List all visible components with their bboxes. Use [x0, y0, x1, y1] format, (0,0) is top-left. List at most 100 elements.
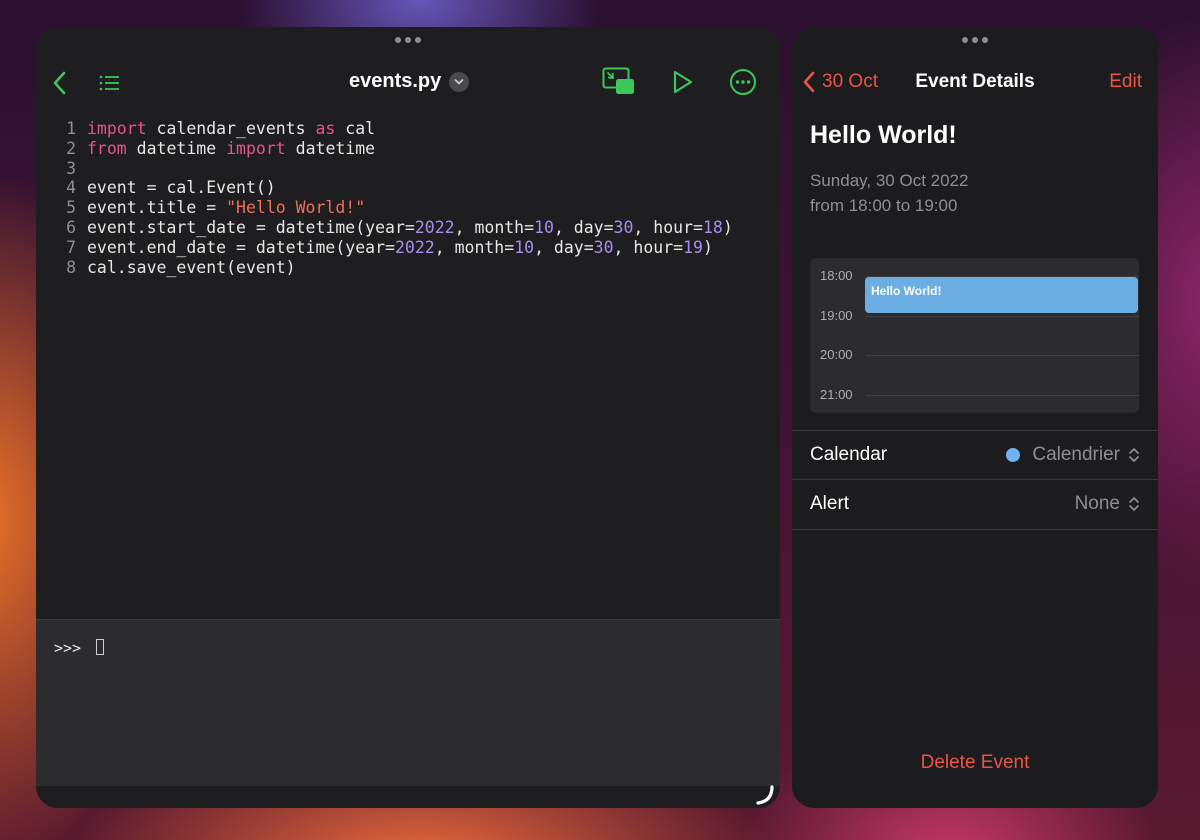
- calendar-picker[interactable]: Calendrier: [1006, 444, 1140, 466]
- code-token: cal: [335, 119, 376, 138]
- play-icon[interactable]: [670, 69, 694, 95]
- edit-button[interactable]: Edit: [1109, 71, 1142, 93]
- code-text: event.end_date = datetime(year=2022, mon…: [87, 238, 713, 258]
- code-token: 30: [613, 217, 634, 237]
- page-title: Event Details: [915, 71, 1035, 92]
- editor-toolbar: events.py: [36, 63, 780, 103]
- picture-in-picture-icon[interactable]: [602, 67, 636, 97]
- window-grabber-icon[interactable]: [395, 37, 421, 43]
- timeline-hour-label: 21:00: [820, 387, 853, 402]
- code-token: "Hello World!": [226, 198, 366, 218]
- code-token: , hour=: [613, 237, 684, 257]
- back-chevron-icon[interactable]: [48, 69, 72, 97]
- timeline-hour-label: 20:00: [820, 347, 853, 362]
- timeline-divider: [866, 355, 1139, 356]
- code-token: as: [315, 119, 336, 138]
- calendar-row[interactable]: Calendar Calendrier: [792, 430, 1158, 480]
- code-token: event = cal.Event(): [87, 178, 276, 198]
- timeline-hour-row: 21:00: [810, 387, 1139, 402]
- code-token: datetime: [285, 138, 376, 158]
- code-token: 10: [514, 237, 535, 257]
- resize-handle-icon[interactable]: [752, 783, 776, 807]
- code-token: , hour=: [633, 217, 703, 237]
- code-token: ): [702, 237, 713, 257]
- code-token: 2022: [414, 217, 455, 237]
- code-token: 30: [593, 237, 614, 257]
- code-token: 18: [702, 217, 723, 237]
- code-token: , month=: [434, 237, 515, 257]
- delete-event-button[interactable]: Delete Event: [792, 752, 1158, 774]
- code-text: event = cal.Event(): [87, 178, 276, 198]
- line-number: 8: [66, 257, 76, 277]
- line-number: 3: [66, 158, 76, 178]
- up-down-chevron-icon: [1129, 448, 1139, 462]
- window-grabber-icon[interactable]: [962, 37, 988, 43]
- code-token: 2022: [394, 237, 435, 257]
- line-number: 4: [66, 178, 76, 198]
- calendar-value: Calendrier: [1032, 444, 1120, 465]
- calendar-color-dot: [1006, 448, 1021, 462]
- up-down-chevron-icon: [1129, 497, 1139, 511]
- code-token: 10: [534, 217, 554, 237]
- code-token: from: [87, 138, 127, 158]
- list-icon[interactable]: [98, 71, 122, 95]
- code-text: import calendar_events as cal: [87, 119, 375, 139]
- line-number: 7: [66, 237, 76, 257]
- console-prompt: >>>: [54, 639, 82, 657]
- code-line[interactable]: 1 import calendar_events as cal: [36, 119, 733, 139]
- editor-bottom-bar: [36, 786, 780, 808]
- alert-row[interactable]: Alert None: [792, 479, 1158, 530]
- event-title: Hello World!: [810, 121, 957, 149]
- timeline-hour-row: 20:00: [810, 347, 1139, 362]
- alert-picker[interactable]: None: [1075, 493, 1140, 515]
- event-date: Sunday, 30 Oct 2022: [810, 171, 969, 190]
- code-token: event.start_date = datetime(year=: [87, 217, 415, 237]
- console-panel[interactable]: >>>: [36, 619, 780, 786]
- code-text: event.title = "Hello World!": [87, 198, 365, 218]
- timeline-divider: [866, 395, 1139, 396]
- code-line[interactable]: 5 event.title = "Hello World!": [36, 198, 733, 218]
- code-token: 19: [683, 237, 703, 257]
- event-nav-bar: 30 Oct Event Details Edit: [792, 67, 1158, 99]
- code-line[interactable]: 8 cal.save_event(event): [36, 258, 733, 278]
- code-token: , day=: [553, 217, 614, 237]
- alert-label: Alert: [810, 493, 850, 514]
- code-text: cal.save_event(event): [87, 258, 296, 278]
- code-token: , day=: [534, 237, 594, 257]
- code-line[interactable]: 7 event.end_date = datetime(year=2022, mo…: [36, 238, 733, 258]
- timeline-event-label: Hello World!: [871, 284, 942, 298]
- code-token: import: [226, 138, 286, 158]
- day-timeline-preview[interactable]: 18:00 19:00 20:00 21:00 Hello World!: [810, 258, 1139, 413]
- file-name: events.py: [349, 70, 442, 92]
- code-line[interactable]: 4 event = cal.Event(): [36, 178, 733, 198]
- code-line[interactable]: 6 event.start_date = datetime(year=2022, …: [36, 218, 733, 238]
- timeline-hour-label: 19:00: [820, 308, 853, 323]
- code-text: from datetime import datetime: [87, 139, 375, 159]
- code-token: import: [87, 119, 147, 138]
- code-line[interactable]: 3: [36, 159, 733, 179]
- text-cursor: [96, 639, 104, 655]
- code-area[interactable]: 1 import calendar_events as cal 2 from date…: [36, 119, 733, 277]
- chevron-down-icon: [449, 71, 470, 92]
- more-ellipsis-icon[interactable]: [729, 68, 757, 96]
- code-token: calendar_events: [146, 119, 316, 138]
- code-editor-window: events.py 1 import calendar_events as cal…: [36, 27, 780, 808]
- code-token: ): [722, 217, 733, 237]
- timeline-event-block[interactable]: Hello World!: [865, 277, 1138, 313]
- code-token: , month=: [454, 217, 535, 237]
- line-number: 2: [66, 138, 76, 158]
- code-token: cal.save_event(event): [87, 257, 296, 277]
- line-number: 1: [66, 119, 76, 138]
- calendar-label: Calendar: [810, 444, 888, 465]
- file-title-menu[interactable]: events.py: [349, 70, 470, 93]
- event-time-range: from 18:00 to 19:00: [810, 196, 958, 215]
- alert-value: None: [1074, 493, 1120, 514]
- code-line[interactable]: 2 from datetime import datetime: [36, 139, 733, 159]
- code-token: datetime: [126, 138, 227, 158]
- code-token: event.title =: [87, 198, 227, 218]
- line-number: 6: [66, 217, 76, 237]
- timeline-hour-row: 19:00: [810, 308, 1139, 323]
- code-text: event.start_date = datetime(year=2022, m…: [87, 218, 733, 238]
- timeline-divider: [866, 316, 1139, 317]
- line-number: 5: [66, 198, 76, 218]
